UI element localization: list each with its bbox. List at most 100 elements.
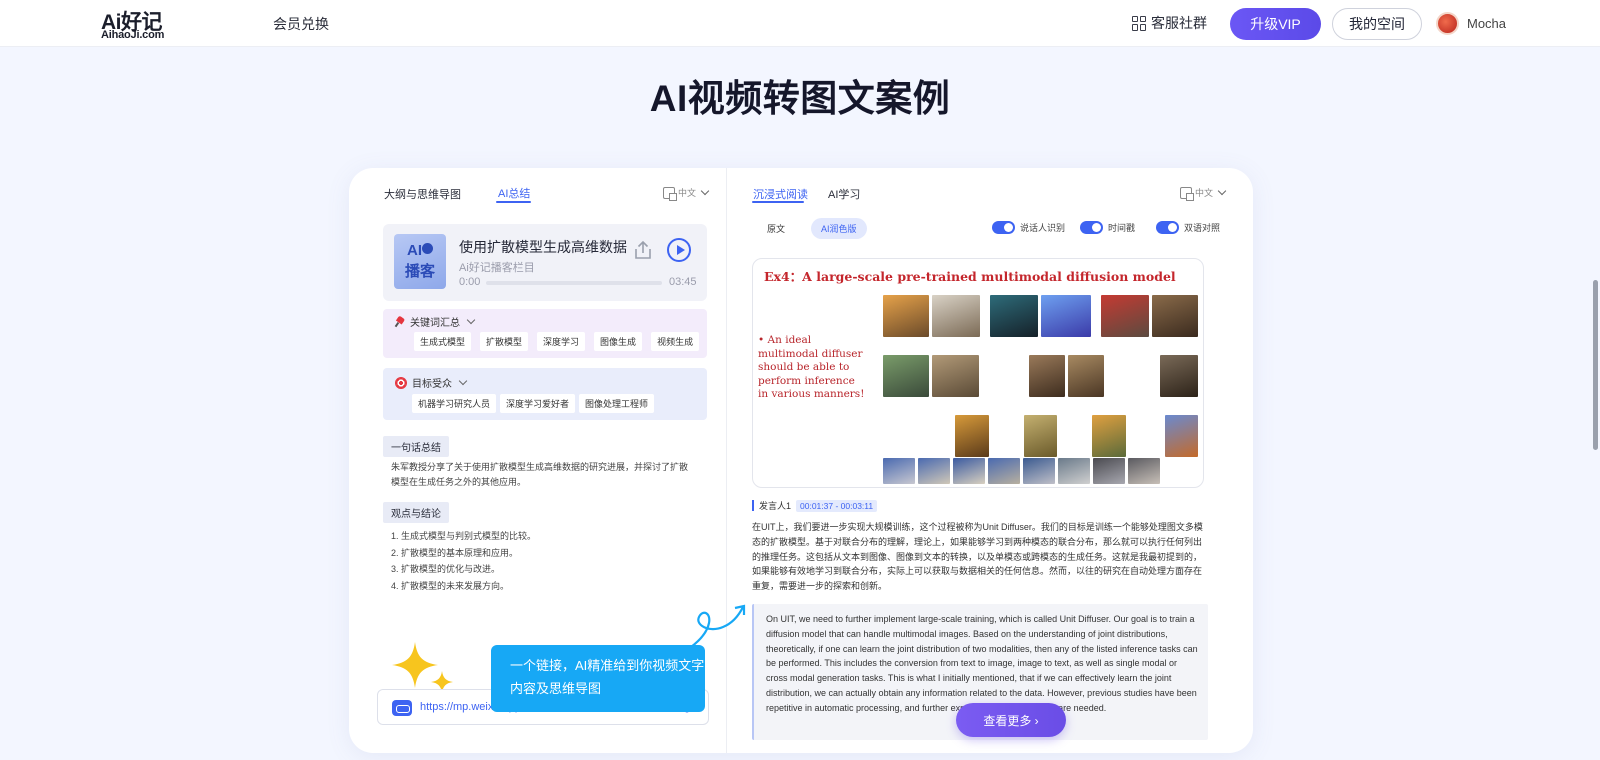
thumbnail xyxy=(953,458,985,484)
language-label: 中文 xyxy=(1195,188,1214,198)
page-scrollbar[interactable] xyxy=(1593,280,1598,450)
toggle-label: 双语对照 xyxy=(1184,223,1221,233)
thumbnail xyxy=(1152,295,1198,337)
toggle-switch[interactable] xyxy=(1080,221,1103,234)
tab-ai-summary[interactable]: AI总结 xyxy=(498,185,530,201)
summary-tag: 一句话总结 xyxy=(383,436,449,457)
toggle-label: 说话人识别 xyxy=(1020,223,1066,233)
podcast-current-time: 0:00 xyxy=(459,276,481,288)
logo[interactable]: Ai好记 AihaoJi.com xyxy=(101,6,181,42)
slide-left-text: • An ideal multimodal diffuser should be… xyxy=(758,334,865,400)
list-item: 2. 扩散模型的基本原理和应用。 xyxy=(391,547,519,558)
spacer xyxy=(1113,355,1158,397)
thumbnail xyxy=(932,295,980,337)
play-icon[interactable] xyxy=(667,238,691,262)
thumbnail xyxy=(1067,355,1104,397)
top-nav: Ai好记 AihaoJi.com 会员兑换 客服社群 升级VIP 我的空间 Mo… xyxy=(0,0,1600,47)
bilingual-toggle[interactable]: 双语对照 xyxy=(1156,221,1220,234)
speaker-name: 发言人1 xyxy=(759,501,792,511)
tip-callout: 一个链接，AI精准给到你视频文字内容及思维导图 xyxy=(491,645,705,712)
thumbnail xyxy=(990,295,1038,337)
audience-chip[interactable]: 深度学习爱好者 xyxy=(500,394,576,413)
keyword-chip[interactable]: 视频生成 xyxy=(651,332,700,351)
thumb-row xyxy=(883,295,1198,337)
thumbnail xyxy=(955,415,989,457)
speaker-toggle[interactable]: 说话人识别 xyxy=(992,221,1065,234)
list-item: 4. 扩散模型的未来发展方向。 xyxy=(391,580,510,591)
list-item: 3. 扩散模型的优化与改进。 xyxy=(391,564,501,574)
audience-chips: 机器学习研究人员 深度学习爱好者 图像处理工程师 xyxy=(412,394,655,413)
community-link[interactable]: 客服社群 xyxy=(1132,13,1207,33)
community-label: 客服社群 xyxy=(1151,15,1207,31)
toggle-label: 时间戳 xyxy=(1108,223,1136,233)
transcript-english: On UIT, we need to further implement lar… xyxy=(766,614,1198,713)
video-frame[interactable]: Ex4：A large-scale pre-trained multimodal… xyxy=(752,258,1204,488)
podcast-badge-bottom: 播客 xyxy=(404,263,435,280)
thumbnail xyxy=(1092,415,1126,457)
thumbnail xyxy=(1023,458,1055,484)
thumbnail xyxy=(1128,458,1160,484)
target-icon xyxy=(395,376,407,389)
tab-ai-learning[interactable]: AI学习 xyxy=(828,186,860,202)
keywords-heading: 关键词汇总 xyxy=(410,318,460,329)
speaker-header: 发言人1 00:01:37 - 00:03:11 xyxy=(752,499,878,512)
link-icon xyxy=(392,700,412,716)
thumbnail xyxy=(1023,415,1058,457)
keyword-chip[interactable]: 扩散模型 xyxy=(480,332,529,351)
thumbnail xyxy=(883,458,915,484)
translate-icon xyxy=(1180,186,1194,201)
avatar[interactable] xyxy=(1436,12,1459,35)
pin-icon xyxy=(395,317,405,327)
timestamp-badge[interactable]: 00:01:37 - 00:03:11 xyxy=(796,499,878,512)
my-space-button[interactable]: 我的空间 xyxy=(1332,8,1422,40)
thumbnail xyxy=(1029,355,1065,397)
audience-chip[interactable]: 图像处理工程师 xyxy=(579,394,655,413)
upgrade-vip-button[interactable]: 升级VIP xyxy=(1230,8,1321,40)
mini-play-icon xyxy=(422,243,433,254)
keyword-chip[interactable]: 图像生成 xyxy=(594,332,643,351)
podcast-subtitle: Ai好记播客栏目 xyxy=(459,262,535,274)
thumb-row xyxy=(883,415,1199,457)
spacer xyxy=(883,415,917,457)
logo-domain: AihaoJi.com xyxy=(101,29,165,41)
language-select[interactable]: 中文 xyxy=(1180,186,1227,201)
keywords-header[interactable]: 关键词汇总 xyxy=(395,314,476,329)
tab-immersive-reading[interactable]: 沉浸式阅读 xyxy=(753,186,808,202)
subtab-ai-polished[interactable]: AI润色版 xyxy=(811,218,867,239)
nav-redeem-link[interactable]: 会员兑换 xyxy=(273,14,329,34)
thumbnail xyxy=(988,458,1020,484)
keyword-chip[interactable]: 深度学习 xyxy=(537,332,586,351)
toggle-switch[interactable] xyxy=(1156,221,1179,234)
slide-title: Ex4：A large-scale pre-trained multimodal… xyxy=(764,269,1176,284)
view-more-button[interactable]: 查看更多 › xyxy=(956,703,1066,737)
spacer xyxy=(982,355,1027,397)
thumbnail xyxy=(1160,355,1198,397)
thumbnail xyxy=(931,355,980,397)
thumbnail xyxy=(883,295,929,337)
speaker-marker xyxy=(752,500,754,511)
summary-text: 朱军教授分享了关于使用扩散模型生成高维数据的研究进展，并探讨了扩散模型在生成任务… xyxy=(391,462,689,487)
tab-outline[interactable]: 大纲与思维导图 xyxy=(384,186,461,202)
thumb-row xyxy=(883,458,1160,484)
active-tab-underline xyxy=(496,201,531,203)
podcast-player: AI 播客 使用扩散模型生成高维数据 Ai好记播客栏目 0:00 03:45 xyxy=(383,224,707,301)
podcast-badge: AI 播客 xyxy=(394,234,446,289)
language-select[interactable]: 中文 xyxy=(663,186,710,201)
spacer xyxy=(1128,415,1162,457)
subtab-original[interactable]: 原文 xyxy=(757,218,795,239)
podcast-progress-bar[interactable] xyxy=(486,281,662,285)
keyword-chip[interactable]: 生成式模型 xyxy=(414,332,472,351)
audience-chip[interactable]: 机器学习研究人员 xyxy=(412,394,497,413)
audience-section: 目标受众 机器学习研究人员 深度学习爱好者 图像处理工程师 xyxy=(383,368,707,420)
timestamp-toggle[interactable]: 时间戳 xyxy=(1080,221,1135,234)
username[interactable]: Mocha xyxy=(1467,16,1506,31)
toggle-switch[interactable] xyxy=(992,221,1015,234)
list-item: 1. 生成式模型与判别式模型的比较。 xyxy=(391,531,537,541)
audience-header[interactable]: 目标受众 xyxy=(395,375,468,390)
share-icon[interactable] xyxy=(632,240,654,260)
points-tag: 观点与结论 xyxy=(383,502,449,523)
thumbnail xyxy=(1093,458,1125,484)
